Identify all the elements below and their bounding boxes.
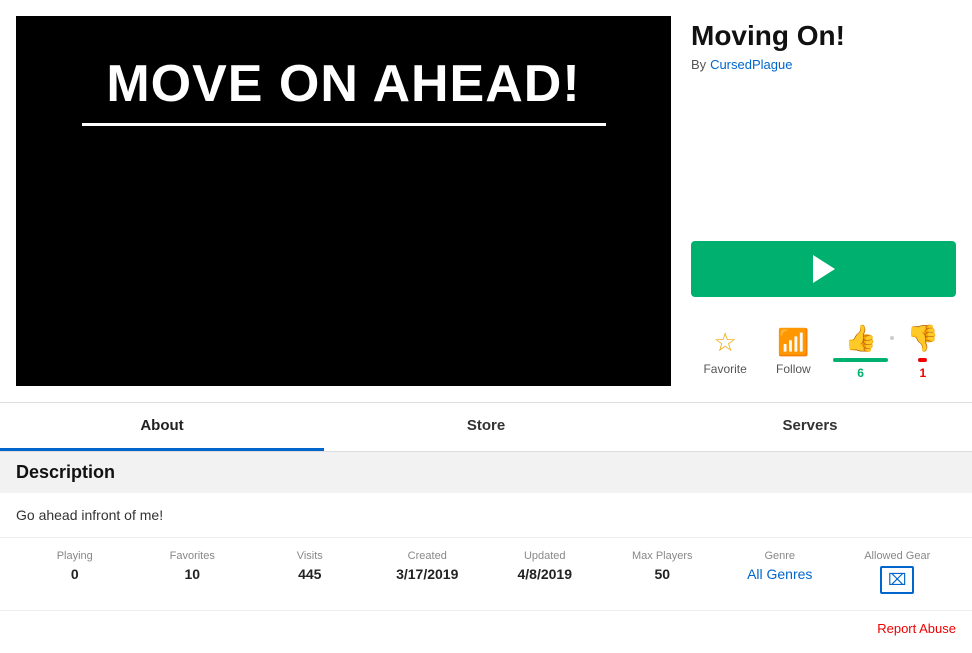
action-bar: ☆ Favorite 📶 Follow 👍 6 bbox=[691, 317, 956, 386]
dislike-icon[interactable]: 👎 bbox=[907, 323, 939, 354]
play-button[interactable] bbox=[691, 241, 956, 297]
follow-button[interactable]: 📶 Follow bbox=[759, 321, 827, 382]
stat-max-players-label: Max Players bbox=[632, 550, 693, 562]
dislike-count: 1 bbox=[920, 366, 927, 380]
author-link[interactable]: CursedPlague bbox=[710, 57, 792, 72]
tab-store[interactable]: Store bbox=[324, 403, 648, 451]
tab-servers[interactable]: Servers bbox=[648, 403, 972, 451]
info-spacer bbox=[691, 84, 956, 241]
stat-max-players-value: 50 bbox=[654, 566, 670, 582]
stat-created-value: 3/17/2019 bbox=[396, 566, 458, 582]
stat-genre-value[interactable]: All Genres bbox=[747, 566, 812, 582]
report-row: Report Abuse bbox=[0, 610, 972, 646]
stat-visits-value: 445 bbox=[298, 566, 321, 582]
stat-max-players: Max Players 50 bbox=[604, 550, 722, 594]
stat-allowed-gear-value: ⌧ bbox=[880, 566, 914, 594]
stat-visits-label: Visits bbox=[297, 550, 323, 562]
about-section: Description bbox=[0, 452, 972, 493]
stat-genre-label: Genre bbox=[764, 550, 795, 562]
author-prefix: By bbox=[691, 57, 706, 72]
stat-updated: Updated 4/8/2019 bbox=[486, 550, 604, 594]
stat-favorites-value: 10 bbox=[184, 566, 200, 582]
stat-favorites: Favorites 10 bbox=[134, 550, 252, 594]
game-title: Moving On! bbox=[691, 20, 956, 52]
tab-about[interactable]: About bbox=[0, 403, 324, 451]
like-count: 6 bbox=[857, 366, 864, 380]
stat-created: Created 3/17/2019 bbox=[369, 550, 487, 594]
like-side: 👍 6 bbox=[832, 323, 890, 380]
stats-row: Playing 0 Favorites 10 Visits 445 Create… bbox=[0, 537, 972, 610]
stat-allowed-gear: Allowed Gear ⌧ bbox=[839, 550, 957, 594]
thumbnail-title: MOVE ON AHEAD! bbox=[82, 56, 606, 126]
top-section: MOVE ON AHEAD! Moving On! By CursedPlagu… bbox=[0, 0, 972, 402]
stat-allowed-gear-label: Allowed Gear bbox=[864, 550, 930, 562]
tabs-section: About Store Servers bbox=[0, 402, 972, 452]
stat-updated-label: Updated bbox=[524, 550, 566, 562]
stat-playing: Playing 0 bbox=[16, 550, 134, 594]
stat-updated-value: 4/8/2019 bbox=[518, 566, 573, 582]
game-author-row: By CursedPlague bbox=[691, 56, 956, 72]
favorite-button[interactable]: ☆ Favorite bbox=[691, 321, 759, 382]
description-content: Go ahead infront of me! bbox=[0, 493, 972, 537]
stat-playing-label: Playing bbox=[57, 550, 93, 562]
description-text: Go ahead infront of me! bbox=[16, 507, 163, 523]
dislike-side: 👎 1 bbox=[894, 323, 952, 380]
like-icon[interactable]: 👍 bbox=[844, 323, 876, 354]
like-bar bbox=[833, 358, 888, 362]
page-wrapper: MOVE ON AHEAD! Moving On! By CursedPlagu… bbox=[0, 0, 972, 646]
follow-label: Follow bbox=[776, 362, 811, 376]
game-info-panel: Moving On! By CursedPlague ☆ Favorite bbox=[691, 16, 956, 386]
favorite-icon: ☆ bbox=[713, 327, 736, 358]
vote-group: 👍 6 👎 1 bbox=[828, 317, 957, 386]
play-icon bbox=[813, 255, 835, 283]
stat-playing-value: 0 bbox=[71, 566, 79, 582]
report-abuse-link[interactable]: Report Abuse bbox=[877, 621, 956, 636]
stat-created-label: Created bbox=[408, 550, 447, 562]
game-thumbnail: MOVE ON AHEAD! bbox=[16, 16, 671, 386]
stat-genre: Genre All Genres bbox=[721, 550, 839, 594]
stat-favorites-label: Favorites bbox=[170, 550, 215, 562]
follow-icon: 📶 bbox=[777, 327, 809, 358]
dislike-bar bbox=[918, 358, 927, 362]
favorite-label: Favorite bbox=[703, 362, 746, 376]
description-heading: Description bbox=[16, 462, 956, 483]
tabs-row: About Store Servers bbox=[0, 403, 972, 451]
stat-visits: Visits 445 bbox=[251, 550, 369, 594]
